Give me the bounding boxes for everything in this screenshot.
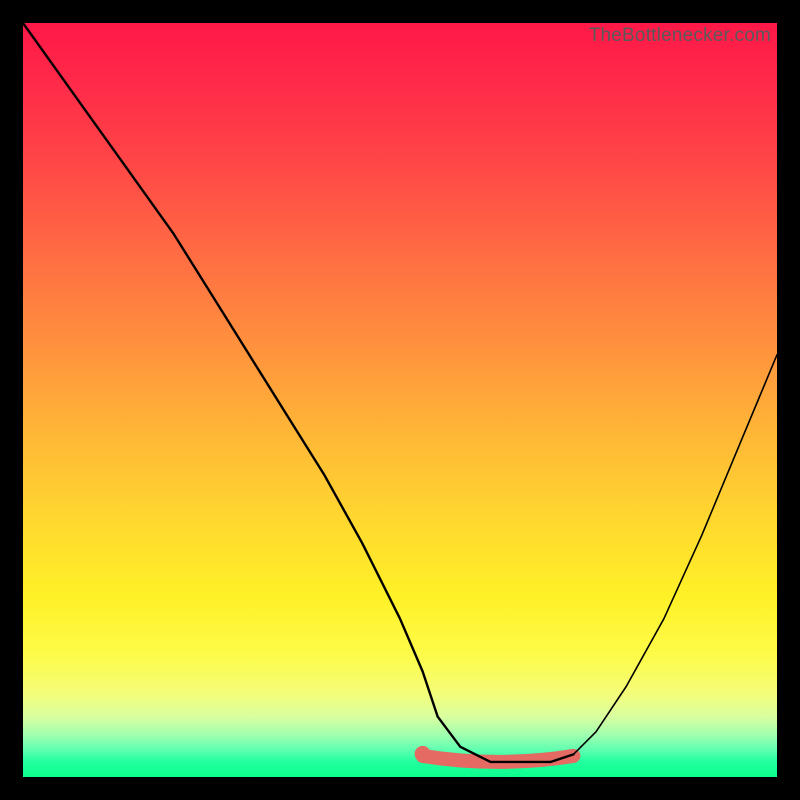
chart-frame: TheBottlenecker.com xyxy=(0,0,800,800)
bottleneck-curve-right xyxy=(573,355,777,755)
optimal-range-start-dot xyxy=(415,746,431,762)
chart-svg xyxy=(23,23,777,777)
bottleneck-curve-left xyxy=(23,23,573,762)
chart-plot-area: TheBottlenecker.com xyxy=(23,23,777,777)
